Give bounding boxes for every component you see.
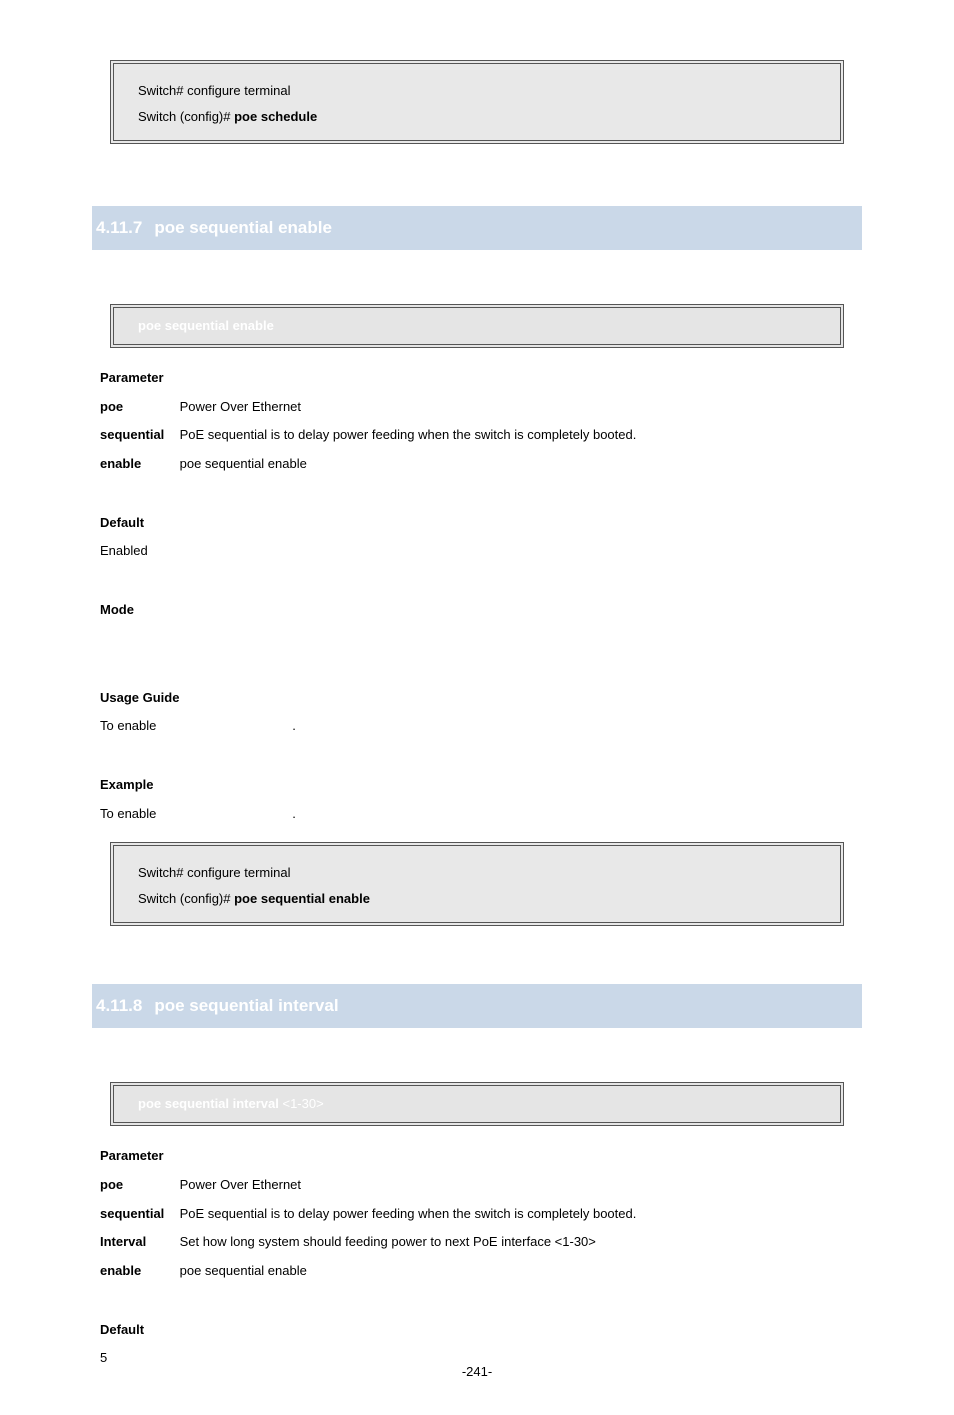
- syntax-label: Syntax: [100, 1058, 854, 1076]
- example-post: .: [292, 806, 296, 821]
- syntax-text: poe sequential interval: [138, 1096, 279, 1111]
- syntax-text: poe sequential enable: [138, 318, 274, 333]
- section-title: poe sequential interval: [154, 996, 338, 1016]
- parameter-label: Parameter: [100, 366, 176, 391]
- section-header-117: 4.11.7 poe sequential enable: [92, 206, 862, 250]
- parameter-block-118: Parameter poe Power Over Ethernet sequen…: [100, 1144, 854, 1283]
- section-number: 4.11.7: [96, 218, 142, 238]
- param-seq-text: PoE sequential is to delay power feeding…: [180, 1206, 637, 1221]
- param-enable-bold: enable: [100, 1259, 176, 1284]
- usage-post: .: [292, 718, 296, 733]
- code-box-top: Switch# configure terminal Switch (confi…: [110, 60, 844, 144]
- mode-value: Global Configuration: [100, 627, 854, 652]
- code-prompt: Switch (config)#: [138, 109, 230, 124]
- example-block-117: Example To enable PoE Sequential Mode.: [100, 773, 854, 826]
- param-seq-bold: sequential: [100, 423, 176, 448]
- code-line: Switch (config)# poe schedule: [138, 104, 816, 130]
- param-enable-bold: enable: [100, 452, 176, 477]
- example-pre: To enable: [100, 806, 156, 821]
- syntax-box-117: poe sequential enable: [110, 304, 844, 348]
- usage-label: Usage Guide: [100, 686, 179, 711]
- section-header-118: 4.11.8 poe sequential interval: [92, 984, 862, 1028]
- syntax-arg: <1-30>: [279, 1096, 324, 1111]
- syntax-label: Syntax: [100, 280, 854, 298]
- param-poe-bold: poe: [100, 1173, 176, 1198]
- syntax-box-118: poe sequential interval <1-30>: [110, 1082, 844, 1126]
- mode-label: Mode: [100, 598, 176, 623]
- code-prompt: Switch (config)#: [138, 891, 230, 906]
- code-command: poe sequential enable: [234, 891, 370, 906]
- page-footer: -241-: [0, 1364, 954, 1379]
- param-poe-exp: Power Over Ethernet: [180, 1177, 301, 1192]
- example-bold: PoE Sequential Mode: [160, 802, 292, 827]
- usage-block-117: Usage Guide To enable PoE Sequential Mod…: [100, 686, 854, 739]
- param-interval-text: Set how long system should feeding power…: [180, 1234, 596, 1249]
- param-enable-text: poe sequential enable: [180, 456, 307, 471]
- example-label: Example: [100, 773, 176, 798]
- section-number: 4.11.8: [96, 996, 142, 1016]
- default-value: Enabled: [100, 539, 854, 564]
- default-label: Default: [100, 1318, 176, 1343]
- usage-pre: To enable: [100, 718, 156, 733]
- section-title: poe sequential enable: [154, 218, 332, 238]
- param-poe-exp: Power Over Ethernet: [180, 399, 301, 414]
- param-seq-bold: sequential: [100, 1202, 176, 1227]
- mode-block-117: Mode Global Configuration: [100, 598, 854, 651]
- code-line: Switch# configure terminal: [138, 78, 816, 104]
- default-block-118: Default 5: [100, 1318, 854, 1371]
- param-interval-bold: Interval: [100, 1230, 176, 1255]
- code-command: poe schedule: [234, 109, 317, 124]
- param-poe-bold: poe: [100, 395, 176, 420]
- param-enable-text: poe sequential enable: [180, 1263, 307, 1278]
- code-box-117: Switch# configure terminal Switch (confi…: [110, 842, 844, 926]
- usage-bold: PoE Sequential Mode: [160, 714, 292, 739]
- default-label: Default: [100, 511, 176, 536]
- default-block-117: Default Enabled: [100, 511, 854, 564]
- code-line: Switch (config)# poe sequential enable: [138, 886, 816, 912]
- parameter-block-117: Parameter poe Power Over Ethernet sequen…: [100, 366, 854, 477]
- code-line: Switch# configure terminal: [138, 860, 816, 886]
- param-seq-text: PoE sequential is to delay power feeding…: [180, 427, 637, 442]
- parameter-label: Parameter: [100, 1144, 176, 1169]
